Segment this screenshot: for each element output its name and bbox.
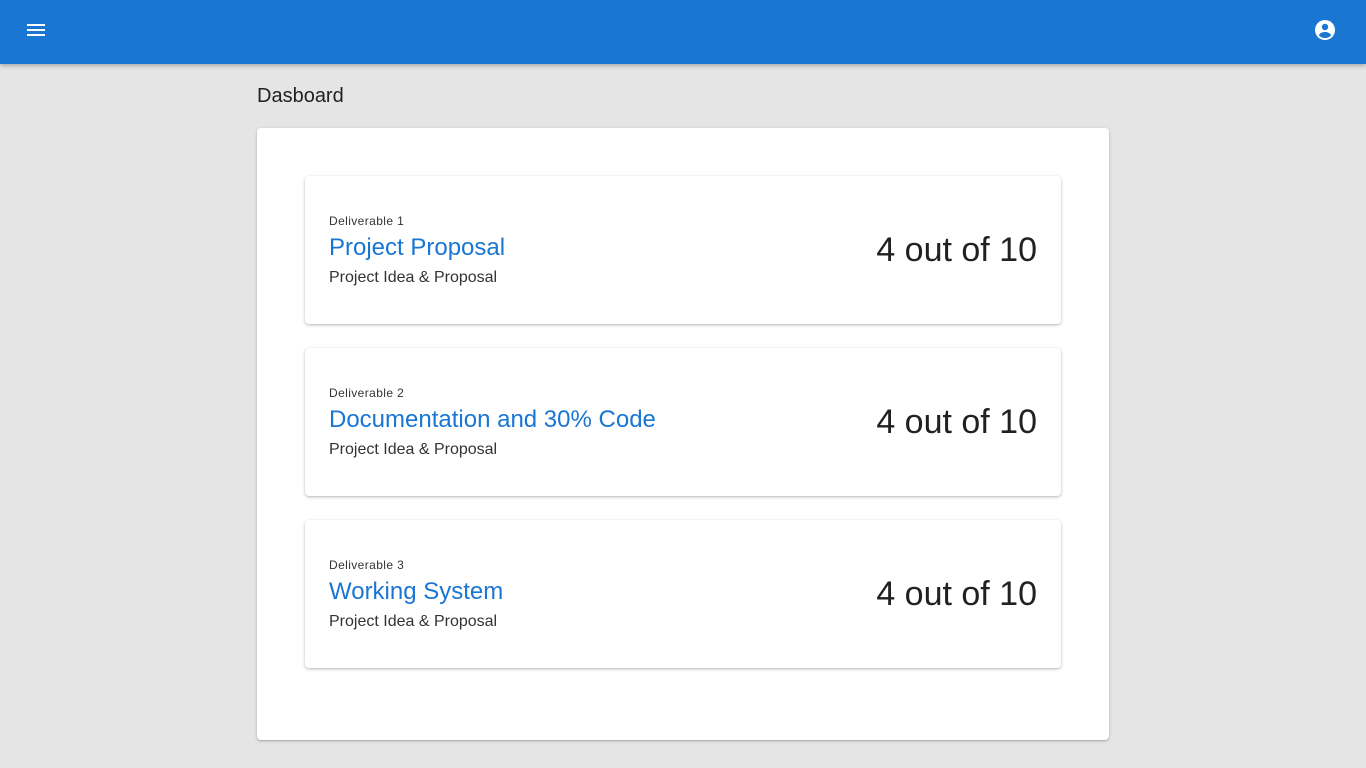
account-circle-icon — [1313, 18, 1337, 47]
deliverable-title[interactable]: Project Proposal — [329, 232, 505, 264]
deliverable-card[interactable]: Deliverable 3 Working System Project Ide… — [305, 520, 1061, 668]
deliverable-card[interactable]: Deliverable 2 Documentation and 30% Code… — [305, 348, 1061, 496]
deliverable-title[interactable]: Working System — [329, 576, 503, 608]
deliverable-subtitle: Project Idea & Proposal — [329, 613, 498, 630]
deliverable-title[interactable]: Documentation and 30% Code — [329, 404, 656, 436]
account-button[interactable] — [1305, 12, 1345, 52]
deliverable-card[interactable]: Deliverable 1 Project Proposal Project I… — [305, 176, 1061, 324]
deliverable-overline: Deliverable 1 — [329, 214, 405, 228]
menu-icon — [24, 18, 48, 47]
menu-button[interactable] — [16, 12, 56, 52]
deliverable-overline: Deliverable 2 — [329, 386, 405, 400]
deliverable-subtitle: Project Idea & Proposal — [329, 441, 498, 458]
page-title: Dasboard — [257, 85, 344, 107]
deliverables-panel: Deliverable 1 Project Proposal Project I… — [257, 128, 1109, 740]
app-bar — [0, 0, 1366, 64]
deliverable-score: 4 out of 10 — [876, 403, 1037, 441]
deliverable-score: 4 out of 10 — [876, 231, 1037, 269]
deliverable-overline: Deliverable 3 — [329, 558, 405, 572]
deliverable-subtitle: Project Idea & Proposal — [329, 269, 498, 286]
deliverable-score: 4 out of 10 — [876, 575, 1037, 613]
